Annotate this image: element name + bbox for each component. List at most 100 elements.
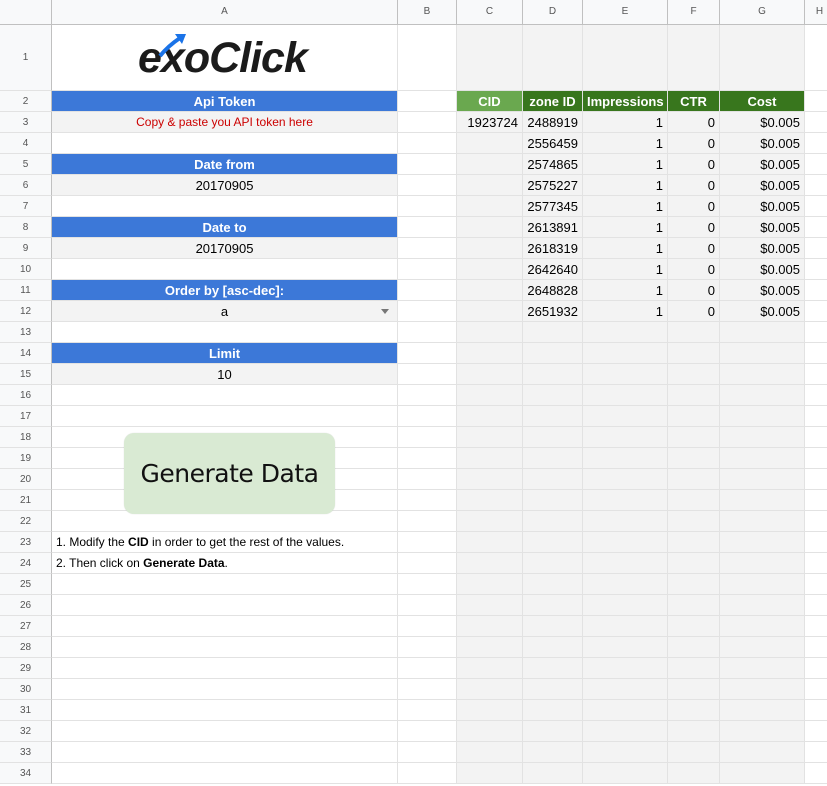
cell[interactable] <box>52 133 398 154</box>
row-header-6[interactable]: 6 <box>0 175 52 196</box>
api-token-input[interactable]: Copy & paste you API token here <box>52 112 398 133</box>
cell[interactable] <box>523 385 583 406</box>
table-cell[interactable] <box>457 175 523 196</box>
cell[interactable] <box>523 469 583 490</box>
row-header-2[interactable]: 2 <box>0 91 52 112</box>
table-cell-ctr[interactable]: 0 <box>668 133 720 154</box>
row-header-4[interactable]: 4 <box>0 133 52 154</box>
table-cell-cost[interactable]: $0.005 <box>720 133 805 154</box>
cell[interactable] <box>398 196 457 217</box>
cell[interactable] <box>720 406 805 427</box>
cell[interactable] <box>720 343 805 364</box>
cell[interactable] <box>457 553 523 574</box>
api-token-label[interactable]: Api Token <box>52 91 398 112</box>
cell[interactable] <box>457 406 523 427</box>
cell[interactable] <box>805 490 827 511</box>
cell[interactable] <box>805 616 827 637</box>
cell[interactable] <box>523 25 583 91</box>
date-to-input[interactable]: 20170905 <box>52 238 398 259</box>
cell[interactable] <box>523 511 583 532</box>
cell[interactable] <box>668 721 720 742</box>
cell[interactable] <box>398 637 457 658</box>
cell[interactable] <box>805 721 827 742</box>
cell[interactable] <box>668 490 720 511</box>
table-cell[interactable] <box>457 259 523 280</box>
cell[interactable] <box>720 595 805 616</box>
row-header-23[interactable]: 23 <box>0 532 52 553</box>
cell[interactable] <box>583 574 668 595</box>
table-cell[interactable] <box>457 217 523 238</box>
cell[interactable] <box>398 595 457 616</box>
cell[interactable] <box>523 427 583 448</box>
select-all-corner[interactable] <box>0 0 52 25</box>
cell[interactable] <box>398 301 457 322</box>
cell[interactable] <box>457 322 523 343</box>
row-header-17[interactable]: 17 <box>0 406 52 427</box>
cell[interactable] <box>523 595 583 616</box>
limit-input[interactable]: 10 <box>52 364 398 385</box>
cell[interactable] <box>668 469 720 490</box>
column-header-e[interactable]: E <box>583 0 668 25</box>
table-cell-cost[interactable]: $0.005 <box>720 175 805 196</box>
cell[interactable] <box>52 259 398 280</box>
cell[interactable] <box>805 700 827 721</box>
cell[interactable] <box>805 427 827 448</box>
cell[interactable] <box>583 469 668 490</box>
row-header-8[interactable]: 8 <box>0 217 52 238</box>
cell[interactable] <box>583 406 668 427</box>
cell[interactable] <box>523 574 583 595</box>
cell[interactable] <box>805 385 827 406</box>
cell[interactable] <box>583 25 668 91</box>
cell[interactable] <box>805 133 827 154</box>
cell[interactable] <box>583 721 668 742</box>
cell[interactable] <box>805 553 827 574</box>
table-cell-ctr[interactable]: 0 <box>668 196 720 217</box>
cell[interactable] <box>583 532 668 553</box>
cell[interactable] <box>805 91 827 112</box>
cell[interactable] <box>805 280 827 301</box>
cell[interactable] <box>52 196 398 217</box>
table-cell[interactable] <box>457 238 523 259</box>
table-cell[interactable] <box>457 301 523 322</box>
row-header-31[interactable]: 31 <box>0 700 52 721</box>
table-cell-zone[interactable]: 2556459 <box>523 133 583 154</box>
row-header-3[interactable]: 3 <box>0 112 52 133</box>
cell[interactable] <box>668 700 720 721</box>
cell[interactable] <box>668 25 720 91</box>
table-cell-ctr[interactable]: 0 <box>668 154 720 175</box>
row-header-19[interactable]: 19 <box>0 448 52 469</box>
table-cell-impressions[interactable]: 1 <box>583 112 668 133</box>
row-header-26[interactable]: 26 <box>0 595 52 616</box>
cell[interactable] <box>523 448 583 469</box>
cell[interactable] <box>398 25 457 91</box>
table-cell-zone[interactable]: 2651932 <box>523 301 583 322</box>
row-header-29[interactable]: 29 <box>0 658 52 679</box>
row-header-22[interactable]: 22 <box>0 511 52 532</box>
cell[interactable] <box>52 385 398 406</box>
cell[interactable] <box>720 427 805 448</box>
row-header-18[interactable]: 18 <box>0 427 52 448</box>
cell[interactable] <box>398 553 457 574</box>
cell[interactable] <box>398 322 457 343</box>
cell[interactable] <box>398 91 457 112</box>
table-cell-impressions[interactable]: 1 <box>583 259 668 280</box>
table-cell-cost[interactable]: $0.005 <box>720 112 805 133</box>
cell[interactable] <box>457 721 523 742</box>
cell[interactable] <box>398 742 457 763</box>
cell[interactable] <box>457 427 523 448</box>
cell[interactable] <box>523 490 583 511</box>
cell[interactable] <box>805 175 827 196</box>
cell[interactable] <box>805 322 827 343</box>
cell[interactable] <box>668 511 720 532</box>
cell[interactable] <box>668 553 720 574</box>
cell[interactable] <box>805 259 827 280</box>
cell[interactable] <box>398 490 457 511</box>
cell[interactable] <box>583 763 668 784</box>
table-cell-impressions[interactable]: 1 <box>583 217 668 238</box>
cell[interactable] <box>805 196 827 217</box>
table-header-cost[interactable]: Cost <box>720 91 805 112</box>
cell[interactable] <box>805 658 827 679</box>
table-cell-cost[interactable]: $0.005 <box>720 259 805 280</box>
cell[interactable] <box>52 658 398 679</box>
cell[interactable] <box>805 217 827 238</box>
